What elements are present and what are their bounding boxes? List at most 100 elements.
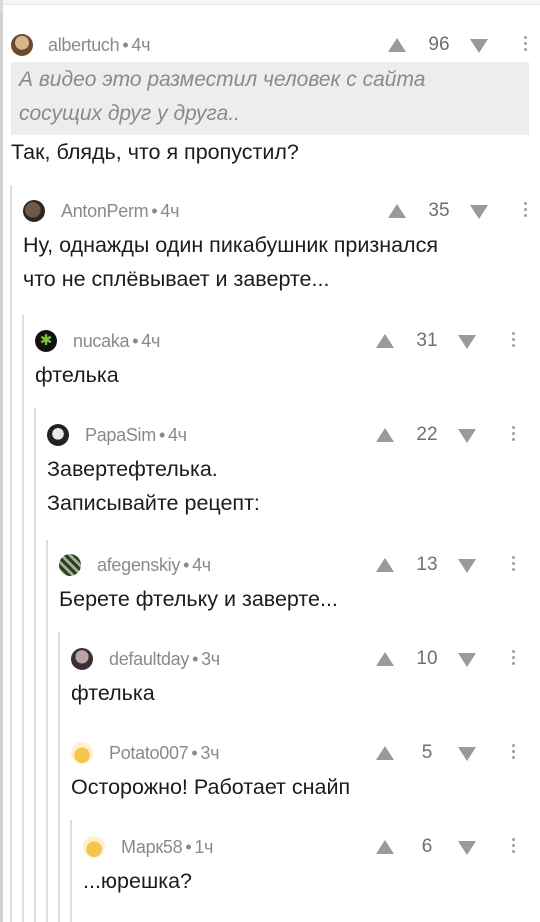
arrow-down-icon[interactable] [470, 39, 488, 53]
arrow-up-icon[interactable] [376, 652, 394, 666]
arrow-down-icon[interactable] [458, 653, 476, 667]
comment-header: albertuch • 4ч 96 [11, 30, 540, 60]
comment-header: AntonPerm • 4ч 35 [23, 196, 540, 226]
username[interactable]: defaultday [109, 649, 189, 669]
score: 13 [416, 554, 438, 575]
comment-text: ...юрешка? [83, 864, 192, 898]
kebab-menu-icon[interactable] [512, 332, 516, 350]
arrow-down-icon[interactable] [458, 841, 476, 855]
kebab-menu-icon[interactable] [512, 556, 516, 574]
arrow-down-icon[interactable] [470, 205, 488, 219]
cake-avatar[interactable] [71, 742, 93, 764]
score: 35 [428, 200, 450, 221]
comment-meta: defaultday • 3ч [109, 649, 220, 669]
comment-line: Так, блядь, что я пропустил? [11, 140, 299, 164]
comment: afegenskiy • 4ч 13 Берете фтельку и заверт… [59, 550, 540, 630]
thread-line [10, 185, 12, 922]
score: 5 [421, 742, 433, 763]
thread-line [34, 408, 36, 922]
comment-line: фтелька [35, 363, 119, 387]
comment-text: Завертефтелька. Записывайте рецепт: [47, 452, 260, 520]
comment: PapaSim • 4ч 22 Завертефтелька. Записывайт… [47, 420, 540, 530]
comment: Марк58 • 1ч 6 ...юрешка? [83, 832, 540, 912]
comment-header: PapaSim • 4ч 22 [47, 420, 540, 450]
arrow-up-icon[interactable] [376, 558, 394, 572]
username[interactable]: PapaSim [85, 425, 156, 445]
arrow-up-icon[interactable] [388, 204, 406, 218]
comment-header: Potato007 • 3ч 5 [71, 738, 540, 768]
face-avatar[interactable] [11, 34, 33, 56]
thread-line [46, 540, 48, 922]
comment-header: afegenskiy • 4ч 13 [59, 550, 540, 580]
arrow-down-icon[interactable] [458, 429, 476, 443]
kebab-menu-icon[interactable] [512, 744, 516, 762]
quote-line: А видео это разместил человек с сайта [19, 68, 426, 91]
arrow-down-icon[interactable] [458, 335, 476, 349]
arrow-up-icon[interactable] [376, 840, 394, 854]
comment-line: Записывайте рецепт: [47, 491, 260, 515]
username[interactable]: nucaka [73, 331, 130, 351]
pattern-avatar[interactable] [59, 554, 81, 576]
cake-avatar[interactable] [83, 836, 105, 858]
score: 22 [416, 424, 438, 445]
comment: ✱ nucaka • 4ч 31 фтелька [35, 326, 540, 406]
comment-meta: AntonPerm • 4ч [61, 201, 180, 221]
comment-meta: Potato007 • 3ч [109, 743, 220, 763]
username[interactable]: AntonPerm [61, 201, 149, 221]
username[interactable]: Potato007 [109, 743, 189, 763]
comment-meta: albertuch • 4ч [48, 35, 151, 55]
kebab-menu-icon[interactable] [512, 838, 516, 856]
timestamp: 4ч [131, 35, 151, 55]
thread-line [0, 14, 3, 922]
comment-line: Завертефтелька. [47, 457, 218, 481]
username[interactable]: albertuch [48, 35, 120, 55]
comment: defaultday • 3ч 10 фтелька [71, 644, 540, 724]
arrow-down-icon[interactable] [458, 747, 476, 761]
comment-meta: afegenskiy • 4ч [97, 555, 211, 575]
score: 10 [416, 648, 438, 669]
face-avatar[interactable] [47, 424, 69, 446]
timestamp: 4ч [192, 555, 211, 575]
comment-header: defaultday • 3ч 10 [71, 644, 540, 674]
comment: AntonPerm • 4ч 35 Ну, однажды один пикабуш… [23, 196, 540, 306]
comment-meta: Марк58 • 1ч [121, 837, 214, 857]
comment: Potato007 • 3ч 5 Осторожно! Работает снайп [71, 738, 540, 818]
score: 6 [421, 836, 433, 857]
timestamp: 4ч [167, 425, 187, 445]
arrow-up-icon[interactable] [376, 746, 394, 760]
username[interactable]: afegenskiy [97, 555, 180, 575]
top-divider [0, 0, 540, 5]
comment-text: фтелька [71, 676, 155, 710]
timestamp: 1ч [194, 837, 214, 857]
comment-line: что не сплёвывает и заверте... [23, 267, 330, 291]
face-avatar[interactable] [23, 200, 45, 222]
comment-text: Ну, однажды один пикабушник признался чт… [23, 228, 438, 296]
timestamp: 3ч [200, 743, 220, 763]
quote-line: сосущих друг у друга.. [19, 102, 241, 125]
arrow-up-icon[interactable] [388, 38, 406, 52]
comment-text: Так, блядь, что я пропустил? [11, 135, 299, 169]
arrow-down-icon[interactable] [458, 559, 476, 573]
kebab-menu-icon[interactable] [524, 202, 528, 220]
kebab-menu-icon[interactable] [512, 650, 516, 668]
kebab-menu-icon[interactable] [512, 426, 516, 444]
timestamp: 4ч [160, 201, 180, 221]
quote-block: А видео это разместил человек с сайта со… [11, 62, 529, 135]
comment-text: фтелька [35, 358, 119, 392]
thread-line-top [0, 0, 3, 14]
comment-line: Ну, однажды один пикабушник признался [23, 233, 438, 257]
leaf-avatar[interactable]: ✱ [35, 330, 57, 352]
kebab-menu-icon[interactable] [524, 36, 528, 54]
arrow-up-icon[interactable] [376, 334, 394, 348]
username[interactable]: Марк58 [121, 837, 183, 857]
comment: albertuch • 4ч 96 А видео это разместил че… [11, 30, 540, 170]
face-avatar[interactable] [71, 648, 93, 670]
comment-line: ...юрешка? [83, 869, 193, 893]
score: 96 [428, 34, 450, 55]
comment-line: фтелька [71, 681, 155, 705]
timestamp: 4ч [141, 331, 161, 351]
comment-meta: PapaSim • 4ч [85, 425, 187, 445]
comment-line: Берете фтельку и заверте... [59, 587, 338, 611]
arrow-up-icon[interactable] [376, 428, 394, 442]
comment-line: Осторожно! Работает снайп [71, 775, 351, 799]
